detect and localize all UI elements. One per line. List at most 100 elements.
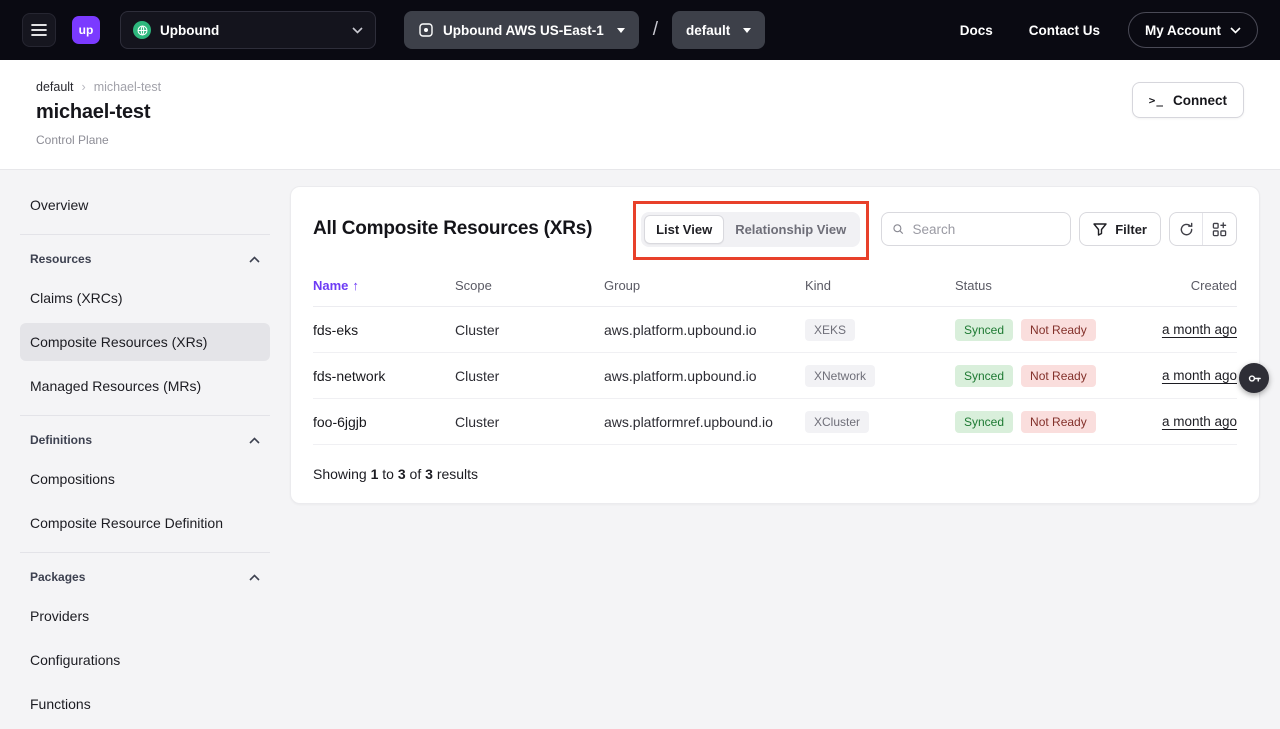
search-input[interactable]: [913, 222, 1061, 237]
column-header-name[interactable]: Name ↑: [313, 278, 455, 293]
my-account-button[interactable]: My Account: [1128, 12, 1258, 48]
section-title: Resources: [30, 252, 91, 266]
results-from: 1: [371, 466, 379, 482]
kind-badge: XNetwork: [805, 365, 875, 387]
breadcrumb-separator-icon: ›: [82, 80, 86, 94]
upbound-logo[interactable]: up: [72, 16, 100, 44]
connect-button[interactable]: >_ Connect: [1132, 82, 1244, 118]
sidebar-item-label: Managed Resources (MRs): [30, 378, 201, 394]
results-to: 3: [398, 466, 406, 482]
view-toggle: List View Relationship View: [641, 212, 860, 247]
cell-created-link[interactable]: a month ago: [1162, 322, 1237, 337]
synced-badge: Synced: [955, 411, 1013, 433]
not-ready-badge: Not Ready: [1021, 319, 1096, 341]
synced-badge: Synced: [955, 319, 1013, 341]
sidebar-item-composite-resource-definition[interactable]: Composite Resource Definition: [20, 504, 270, 542]
hamburger-menu-button[interactable]: [22, 13, 56, 47]
cell-status: Synced Not Ready: [955, 365, 1160, 387]
cell-kind: XEKS: [805, 319, 955, 341]
breadcrumb-root[interactable]: default: [36, 80, 74, 94]
sidebar-section-definitions-header[interactable]: Definitions: [20, 430, 270, 450]
sidebar-item-managed-resources[interactable]: Managed Resources (MRs): [20, 367, 270, 405]
view-toggle-wrap: List View Relationship View: [641, 212, 860, 247]
sidebar-section-packages-header[interactable]: Packages: [20, 567, 270, 587]
search-box: [881, 212, 1071, 246]
cell-created-link[interactable]: a month ago: [1162, 368, 1237, 383]
cell-group: aws.platform.upbound.io: [604, 368, 805, 384]
contact-us-link[interactable]: Contact Us: [1029, 23, 1100, 38]
control-plane-selector[interactable]: Upbound AWS US-East-1: [404, 11, 639, 49]
relationship-view-tab[interactable]: Relationship View: [724, 216, 857, 243]
organization-selector[interactable]: Upbound: [120, 11, 376, 49]
cell-group: aws.platform.upbound.io: [604, 322, 805, 338]
page-subtitle: Control Plane: [36, 133, 1244, 147]
filter-button[interactable]: Filter: [1079, 212, 1161, 246]
panel-title: All Composite Resources (XRs): [313, 218, 592, 240]
chevron-up-icon: [249, 437, 260, 444]
my-account-label: My Account: [1145, 23, 1221, 38]
cell-group: aws.platformref.upbound.io: [604, 414, 805, 430]
sidebar-item-label: Overview: [30, 197, 88, 213]
sidebar-section-definitions: Definitions Compositions Composite Resou…: [20, 415, 270, 542]
table-row[interactable]: fds-network Cluster aws.platform.upbound…: [313, 353, 1237, 399]
panel-header: All Composite Resources (XRs) List View …: [313, 207, 1237, 251]
cell-scope: Cluster: [455, 322, 604, 338]
group-selector[interactable]: default: [672, 11, 765, 49]
cell-created-link[interactable]: a month ago: [1162, 414, 1237, 429]
section-title: Packages: [30, 570, 85, 584]
filter-icon: [1093, 223, 1107, 236]
caret-down-icon: [743, 28, 751, 33]
cell-scope: Cluster: [455, 414, 604, 430]
section-title: Definitions: [30, 433, 92, 447]
cell-name: foo-6jgjb: [313, 414, 455, 430]
kind-badge: XCluster: [805, 411, 869, 433]
chevron-up-icon: [249, 256, 260, 263]
sidebar-item-label: Composite Resources (XRs): [30, 334, 207, 350]
breadcrumb-slash: /: [653, 19, 658, 41]
sidebar-item-configurations[interactable]: Configurations: [20, 641, 270, 679]
extensions-icon: [1212, 222, 1227, 237]
column-header-created: Created: [1191, 278, 1237, 293]
cell-status: Synced Not Ready: [955, 319, 1160, 341]
cell-name: fds-network: [313, 368, 455, 384]
cell-kind: XCluster: [805, 411, 955, 433]
sidebar-item-overview[interactable]: Overview: [20, 186, 270, 224]
column-header-scope: Scope: [455, 278, 604, 293]
upbound-logo-text: up: [79, 23, 94, 37]
sidebar-item-compositions[interactable]: Compositions: [20, 460, 270, 498]
sidebar-item-providers[interactable]: Providers: [20, 597, 270, 635]
synced-badge: Synced: [955, 365, 1013, 387]
cell-kind: XNetwork: [805, 365, 955, 387]
sidebar-item-claims[interactable]: Claims (XRCs): [20, 279, 270, 317]
terminal-icon: >_: [1149, 94, 1164, 107]
sidebar-section-resources-header[interactable]: Resources: [20, 249, 270, 269]
table-row[interactable]: foo-6jgjb Cluster aws.platformref.upboun…: [313, 399, 1237, 445]
list-view-tab[interactable]: List View: [644, 215, 724, 244]
sidebar: Overview Resources Claims (XRCs) Composi…: [20, 186, 270, 729]
cell-name: fds-eks: [313, 322, 455, 338]
caret-down-icon: [617, 28, 625, 33]
table-header-row: Name ↑ Scope Group Kind Status Created: [313, 265, 1237, 307]
sidebar-item-composite-resources[interactable]: Composite Resources (XRs): [20, 323, 270, 361]
column-header-group: Group: [604, 278, 805, 293]
sidebar-item-label: Providers: [30, 608, 89, 624]
topbar: up Upbound Upbound AWS US-East-1 / defau…: [0, 0, 1280, 60]
column-header-kind: Kind: [805, 278, 955, 293]
sidebar-item-label: Compositions: [30, 471, 115, 487]
table-row[interactable]: fds-eks Cluster aws.platform.upbound.io …: [313, 307, 1237, 353]
not-ready-badge: Not Ready: [1021, 365, 1096, 387]
sidebar-item-label: Claims (XRCs): [30, 290, 123, 306]
key-icon: [1247, 371, 1262, 386]
page-header: default › michael-test michael-test Cont…: [0, 60, 1280, 170]
breadcrumb: default › michael-test: [36, 80, 1244, 94]
control-plane-icon: [418, 22, 434, 38]
table-actions: [1169, 212, 1237, 246]
floating-widget-button[interactable]: [1239, 363, 1269, 393]
sidebar-item-functions[interactable]: Functions: [20, 685, 270, 723]
docs-link[interactable]: Docs: [960, 23, 993, 38]
results-summary-text: Showing: [313, 466, 367, 482]
extensions-button[interactable]: [1203, 213, 1236, 245]
not-ready-badge: Not Ready: [1021, 411, 1096, 433]
results-summary: Showing 1 to 3 of 3 results: [313, 445, 1237, 503]
refresh-button[interactable]: [1170, 213, 1203, 245]
